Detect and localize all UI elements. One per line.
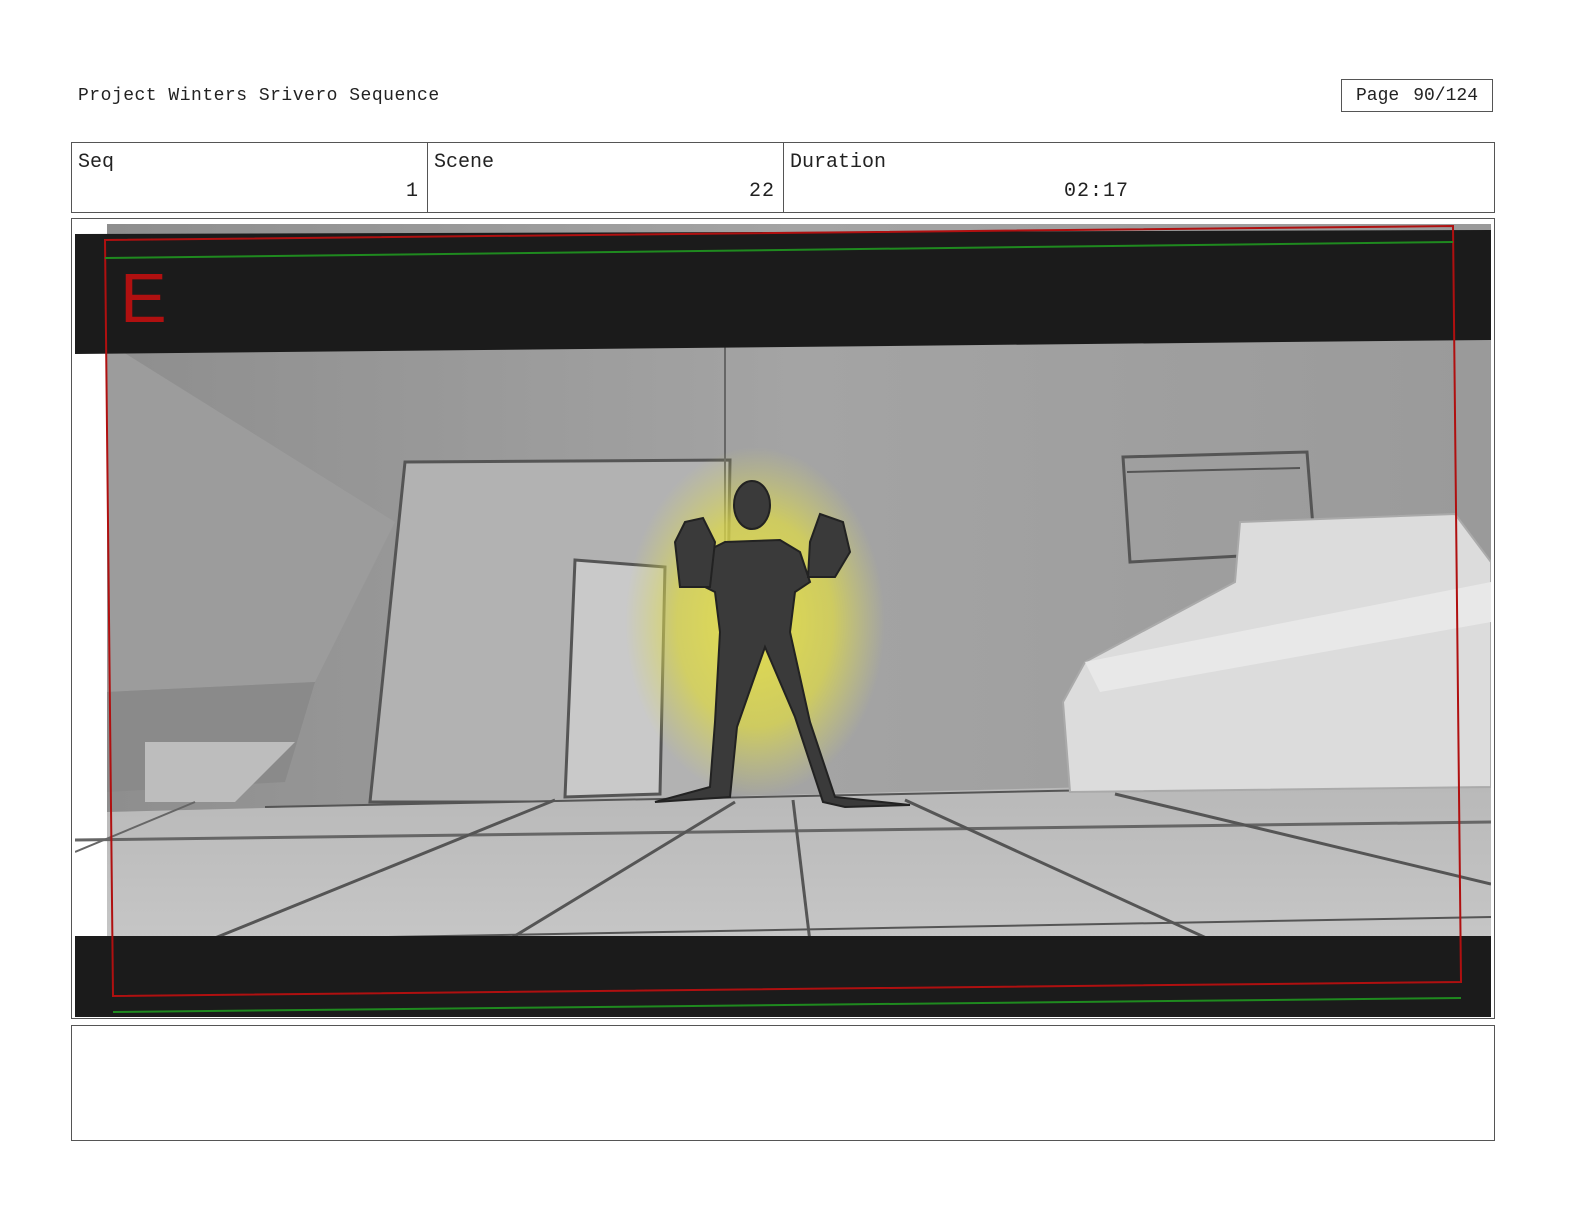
scene-value: 22 (748, 180, 775, 203)
duration-cell: Duration 02:17 (784, 143, 1494, 212)
page-indicator: Page 90/124 (1341, 79, 1493, 112)
duration-value: 02:17 (1064, 180, 1130, 203)
storyboard-panel: E (71, 218, 1495, 1019)
letterbox-top (75, 230, 1491, 354)
panel-image: E (75, 222, 1491, 1017)
panel-letter: E (120, 259, 167, 337)
seq-cell: Seq 1 (72, 143, 428, 212)
scene-cell: Scene 22 (428, 143, 784, 212)
seq-value: 1 (405, 180, 419, 203)
seq-label: Seq (78, 151, 115, 174)
page-label: Page (1355, 85, 1400, 106)
notes-box (71, 1025, 1495, 1141)
project-title: Project Winters Srivero Sequence (78, 86, 440, 106)
shot-info-row: Seq 1 Scene 22 Duration 02:17 (71, 142, 1495, 213)
page-number: 90/124 (1413, 85, 1479, 106)
scene-label: Scene (434, 151, 495, 174)
duration-label: Duration (790, 151, 887, 174)
